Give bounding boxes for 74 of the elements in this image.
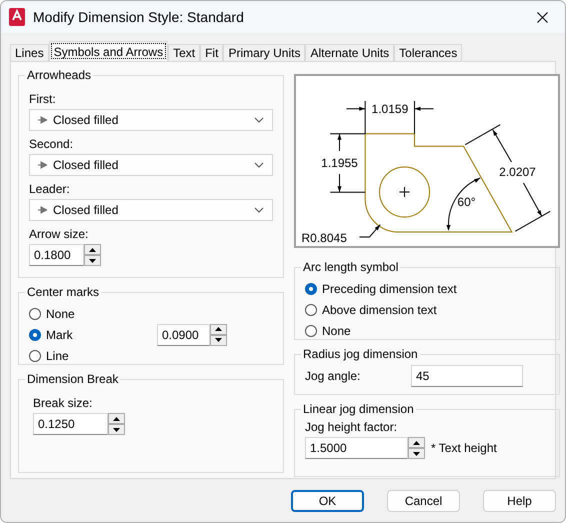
unit-label: * Text height bbox=[431, 441, 497, 455]
app-logo-icon bbox=[9, 8, 25, 26]
dimension-label: 1.0159 bbox=[372, 102, 408, 116]
spin-up-button[interactable] bbox=[108, 413, 125, 424]
field-label: Jog height factor: bbox=[305, 420, 398, 434]
down-triangle-icon bbox=[215, 338, 222, 342]
spin-up-button[interactable] bbox=[84, 244, 101, 255]
jog-height-spinner[interactable]: 1.5000 bbox=[305, 437, 408, 459]
group-title: Arc length symbol bbox=[302, 260, 400, 274]
tab[interactable]: Fit bbox=[200, 44, 224, 61]
chevron-down-icon bbox=[254, 207, 264, 213]
group-title: Linear jog dimension bbox=[302, 402, 415, 416]
dialog-button[interactable]: Cancel bbox=[387, 490, 460, 512]
down-triangle-icon bbox=[113, 428, 120, 432]
down-triangle-icon bbox=[89, 258, 96, 262]
dimension-label: R0.8045 bbox=[302, 231, 347, 245]
jog-angle-field[interactable]: 45 bbox=[411, 365, 523, 387]
break-size-spinner[interactable]: 0.1250 bbox=[33, 413, 108, 435]
arrowhead-icon bbox=[38, 206, 47, 214]
tab[interactable]: Lines bbox=[10, 44, 49, 61]
radio-option[interactable]: Above dimension text bbox=[305, 299, 549, 320]
field-label: Break size: bbox=[33, 396, 94, 410]
field-label: First: bbox=[29, 92, 57, 106]
tab[interactable]: Text bbox=[168, 44, 200, 61]
dropdown[interactable]: Closed filled bbox=[29, 154, 273, 176]
tab[interactable]: Alternate Units bbox=[305, 44, 394, 61]
spin-up-button[interactable] bbox=[408, 437, 425, 448]
arrowhead-icon bbox=[38, 116, 47, 124]
dimension-label: 60° bbox=[457, 195, 476, 209]
dropdown[interactable]: Closed filled bbox=[29, 199, 273, 221]
radio-button[interactable] bbox=[305, 282, 317, 294]
radio-button[interactable] bbox=[29, 308, 41, 320]
down-triangle-icon bbox=[413, 452, 420, 456]
dialog-button[interactable]: OK bbox=[291, 490, 364, 512]
center-mark-size-spinner[interactable]: 0.0900 bbox=[157, 324, 210, 346]
group-title: Center marks bbox=[26, 285, 100, 299]
chevron-down-icon bbox=[254, 162, 264, 168]
up-triangle-icon bbox=[413, 440, 420, 444]
dialog-button[interactable]: Help bbox=[483, 490, 556, 512]
spin-down-button[interactable] bbox=[408, 448, 425, 459]
dimension-label: 2.0207 bbox=[499, 165, 536, 179]
field-label: Jog angle: bbox=[305, 369, 362, 383]
spin-down-button[interactable] bbox=[210, 334, 227, 346]
field-label: Leader: bbox=[29, 182, 71, 196]
close-icon bbox=[536, 12, 548, 22]
radio-option[interactable]: None bbox=[29, 303, 151, 324]
radio-button[interactable] bbox=[305, 304, 317, 316]
group-title: Radius jog dimension bbox=[302, 347, 419, 361]
arrowhead-icon bbox=[38, 161, 47, 169]
group-title: Arrowheads bbox=[26, 68, 92, 82]
spin-up-button[interactable] bbox=[210, 324, 227, 334]
radio-option[interactable]: Preceding dimension text bbox=[305, 278, 549, 299]
field-label: Second: bbox=[29, 137, 74, 151]
radio-option[interactable]: Mark bbox=[29, 324, 151, 345]
radio-button[interactable] bbox=[29, 350, 41, 362]
dropdown[interactable]: Closed filled bbox=[29, 109, 273, 131]
radio-button[interactable] bbox=[305, 324, 317, 336]
tab[interactable]: Tolerances bbox=[394, 44, 462, 61]
spin-down-button[interactable] bbox=[108, 424, 125, 435]
group-title: Dimension Break bbox=[26, 372, 120, 386]
tab[interactable]: Symbols and Arrows bbox=[48, 41, 168, 61]
spin-down-button[interactable] bbox=[84, 255, 101, 266]
up-triangle-icon bbox=[215, 327, 222, 331]
window-title: Modify Dimension Style: Standard bbox=[33, 9, 245, 25]
radio-option[interactable]: Line bbox=[29, 345, 151, 366]
radio-button[interactable] bbox=[29, 328, 41, 340]
radio-option[interactable]: None bbox=[305, 320, 549, 341]
up-triangle-icon bbox=[113, 416, 120, 420]
field-label: Arrow size: bbox=[29, 227, 90, 241]
tab[interactable]: Primary Units bbox=[223, 44, 306, 61]
arrow-size-spinner[interactable]: 0.1800 bbox=[29, 244, 84, 266]
dimension-label: 1.1955 bbox=[321, 156, 358, 170]
chevron-down-icon bbox=[254, 117, 264, 123]
up-triangle-icon bbox=[89, 248, 96, 252]
